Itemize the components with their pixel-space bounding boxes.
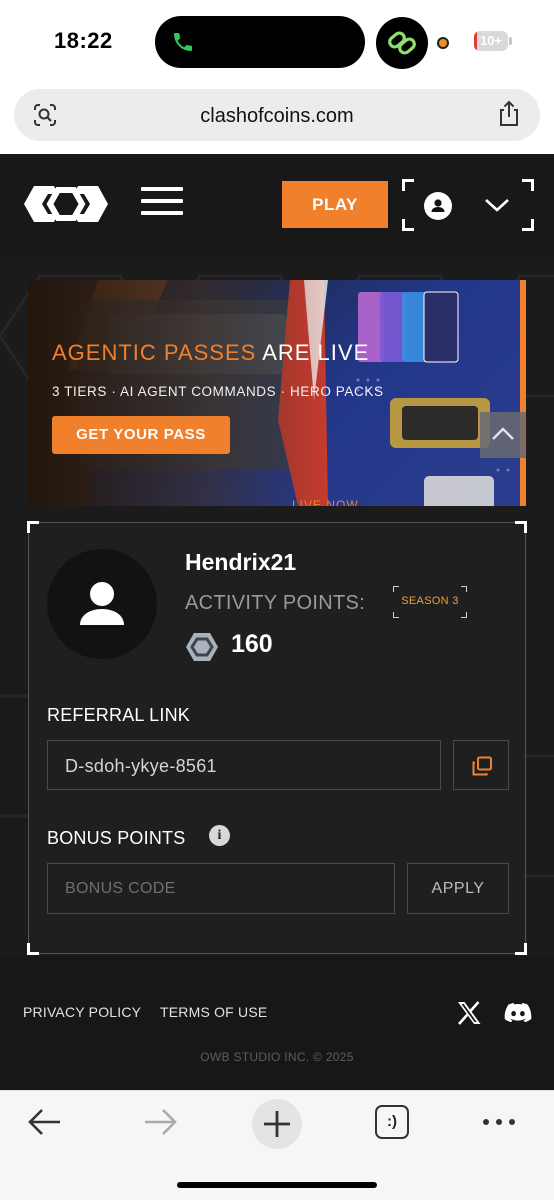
apply-button[interactable]: APPLY [407, 863, 509, 914]
bonus-code-input[interactable] [47, 863, 395, 914]
referral-code: D-sdoh-ykye-8561 [65, 756, 217, 776]
copy-icon [472, 756, 492, 776]
status-bar: 18:22 10+ [0, 0, 554, 84]
status-time: 18:22 [54, 28, 113, 53]
battery-icon: 10+ [474, 31, 508, 51]
user-icon [80, 582, 124, 625]
profile-card: Hendrix21 ACTIVITY POINTS: SEASON 3 160 … [27, 521, 527, 955]
banner-title-rest: ARE LIVE [256, 340, 370, 365]
battery-text: 10+ [479, 33, 503, 48]
phone-call-icon [174, 33, 192, 51]
points-hexagon-icon [186, 633, 218, 661]
season-badge: SEASON 3 [393, 586, 467, 618]
more-options-icon[interactable] [482, 1117, 516, 1127]
site-footer: PRIVACY POLICY TERMS OF USE OWB STUDIO I… [0, 956, 554, 1090]
profile-avatar[interactable] [47, 549, 157, 659]
url-text[interactable]: clashofcoins.com [14, 105, 540, 128]
copyright-text: OWB STUDIO INC. © 2025 [200, 1050, 354, 1064]
banner-title-highlight: AGENTIC PASSES [52, 340, 257, 365]
share-icon[interactable] [496, 100, 522, 128]
chevron-up-icon [492, 427, 514, 440]
link-activity-icon[interactable] [376, 17, 428, 69]
promo-banner[interactable]: AGENTIC PASSES ARE LIVE 3 TIERS · AI AGE… [28, 280, 526, 506]
home-indicator[interactable] [177, 1182, 377, 1188]
season-label: SEASON 3 [401, 595, 459, 607]
activity-points-label: ACTIVITY POINTS: [185, 592, 366, 614]
tabs-button[interactable]: :) [375, 1105, 409, 1139]
get-your-pass-button[interactable]: GET YOUR PASS [52, 416, 230, 454]
banner-live-text: LIVE NOW [292, 498, 359, 506]
banner-subtitle: 3 TIERS · AI AGENT COMMANDS · HERO PACKS [52, 384, 384, 399]
points-value: 160 [231, 630, 273, 658]
new-tab-button[interactable] [252, 1099, 302, 1149]
site-header: PLAY [0, 154, 554, 256]
banner-accent-edge [520, 280, 526, 506]
dynamic-island[interactable] [155, 16, 365, 68]
battery-tip [509, 37, 512, 45]
privacy-policy-link[interactable]: PRIVACY POLICY [23, 1004, 141, 1020]
banner-title: AGENTIC PASSES ARE LIVE [52, 340, 369, 366]
username: Hendrix21 [185, 549, 297, 575]
terms-of-use-link[interactable]: TERMS OF USE [160, 1004, 267, 1020]
browser-toolbar: :) [0, 1090, 554, 1200]
privacy-indicator-dot [437, 37, 449, 49]
clash-of-coins-logo[interactable] [22, 180, 110, 228]
referral-link-field[interactable]: D-sdoh-ykye-8561 [47, 740, 441, 790]
account-menu-button[interactable] [402, 179, 534, 231]
back-arrow-icon[interactable] [26, 1107, 62, 1137]
forward-arrow-icon[interactable] [143, 1107, 179, 1137]
browser-address-area: clashofcoins.com [0, 84, 554, 154]
menu-icon[interactable] [141, 187, 183, 215]
address-bar[interactable]: clashofcoins.com [14, 89, 540, 141]
chevron-down-icon [485, 199, 509, 212]
referral-label: REFERRAL LINK [47, 705, 190, 725]
website: PLAY AGENTIC PASSES ARE LIVE 3 TIERS · A… [0, 154, 554, 1090]
bonus-points-label: BONUS POINTS [47, 828, 186, 848]
copy-referral-button[interactable] [453, 740, 509, 790]
plus-icon [264, 1111, 290, 1137]
x-twitter-icon[interactable] [456, 1000, 482, 1026]
info-icon[interactable]: i [209, 825, 230, 846]
user-icon [424, 192, 452, 220]
collapse-banner-button[interactable] [480, 412, 526, 458]
discord-icon[interactable] [504, 1002, 532, 1024]
play-button[interactable]: PLAY [282, 181, 388, 228]
